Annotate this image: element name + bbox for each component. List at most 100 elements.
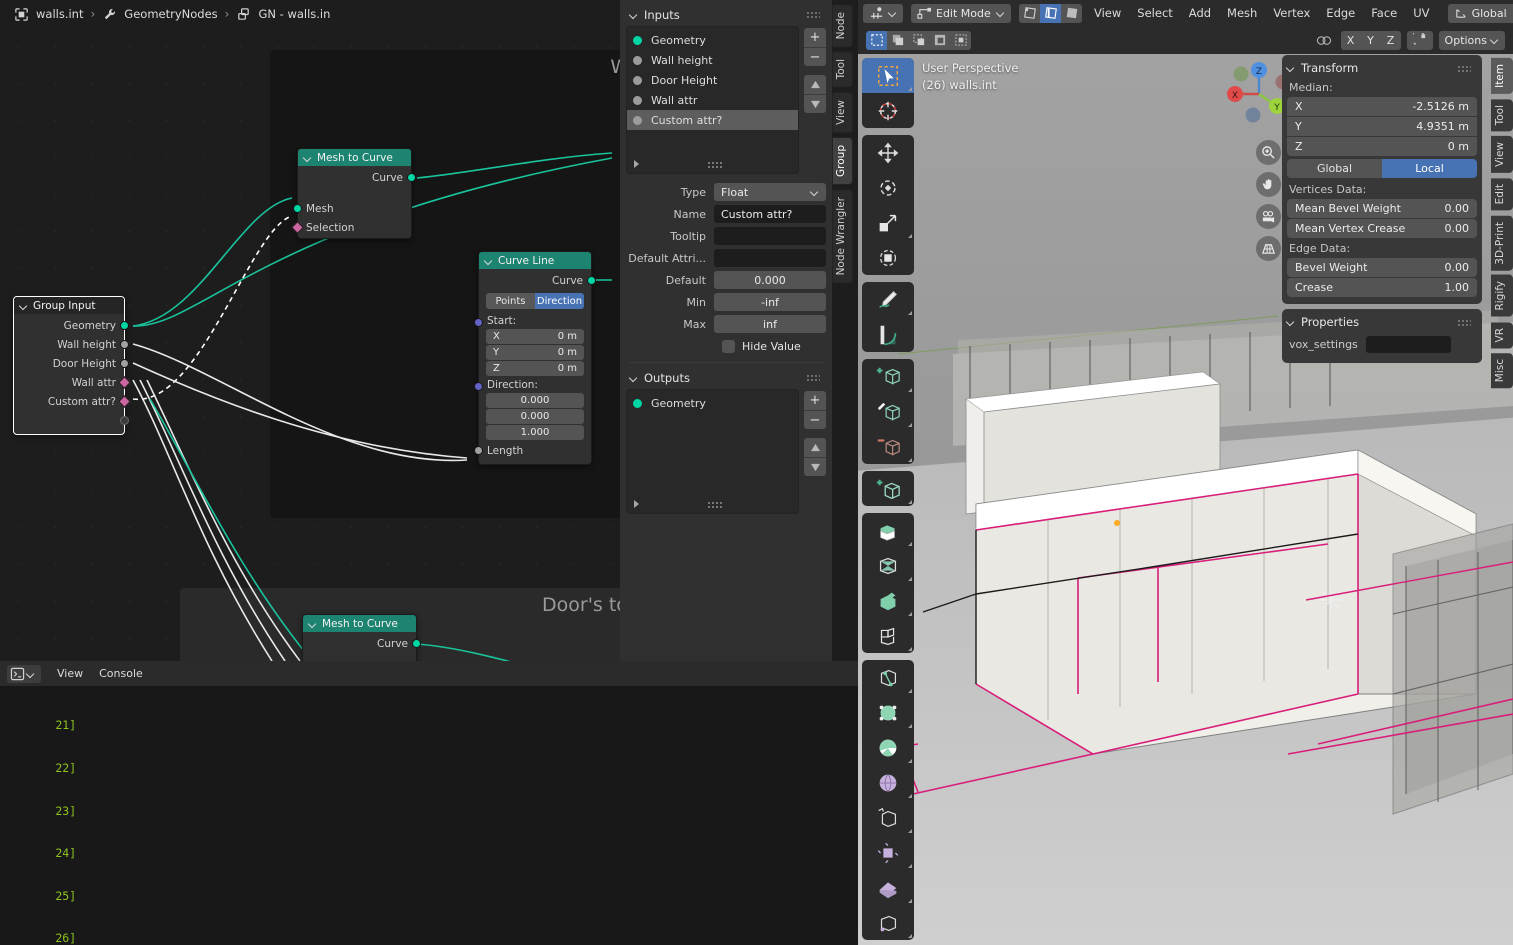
tool-expand-corner[interactable]: [908, 794, 912, 798]
tab-points[interactable]: Points: [486, 293, 535, 309]
socket-dot-wall-height[interactable]: [120, 340, 129, 349]
tab-group[interactable]: Group: [832, 136, 853, 185]
tab-3d-print[interactable]: 3D-Print: [1491, 215, 1513, 271]
tool-expand-corner[interactable]: [908, 423, 912, 427]
menu-console[interactable]: Console: [99, 667, 143, 680]
panel-grip-icon[interactable]: [806, 374, 820, 382]
extrude-region-tool[interactable]: [862, 394, 914, 429]
push-pull-tool[interactable]: [862, 870, 914, 905]
tab-edit[interactable]: Edit: [1491, 178, 1513, 211]
expand-triangle-icon[interactable]: [634, 160, 639, 168]
tool-expand-corner[interactable]: [908, 899, 912, 903]
editor-type-selector[interactable]: [7, 664, 41, 683]
tab-tool[interactable]: Tool: [832, 51, 853, 88]
tool-expand-corner[interactable]: [908, 542, 912, 546]
breadcrumb-item-2[interactable]: GN - walls.in: [258, 7, 330, 21]
outputs-list[interactable]: Geometry: [626, 389, 799, 514]
socket-dot-wall-attr[interactable]: [118, 376, 131, 389]
add-output-button[interactable]: +: [804, 391, 826, 410]
scale-tool[interactable]: [862, 205, 914, 240]
axis-lock-y[interactable]: Y: [1360, 30, 1381, 50]
tool-expand-corner[interactable]: [908, 612, 912, 616]
socket-custom-attr[interactable]: Custom attr?: [14, 392, 131, 411]
bevel-tool[interactable]: [862, 513, 914, 548]
socket-wall-attr[interactable]: Wall attr: [14, 373, 131, 392]
ortho-persp-grid-icon[interactable]: [1256, 236, 1281, 261]
vertex-select-icon[interactable]: [1019, 3, 1040, 23]
measure-tool[interactable]: [862, 317, 914, 352]
breadcrumb-item-0[interactable]: walls.int: [36, 7, 83, 21]
list-item[interactable]: Geometry: [627, 393, 798, 413]
tool-expand-corner[interactable]: [908, 934, 912, 938]
median-z-field[interactable]: Z 0 m: [1287, 137, 1477, 156]
properties-panel-header[interactable]: Properties: [1287, 312, 1477, 332]
loop-cut-tool[interactable]: [862, 548, 914, 583]
annotate-tool[interactable]: [862, 282, 914, 317]
expand-triangle-icon[interactable]: [634, 500, 639, 508]
socket-curve-out[interactable]: Curve: [479, 271, 596, 290]
select-box-icon[interactable]: [866, 30, 887, 50]
max-input[interactable]: inf: [714, 315, 826, 333]
socket-empty[interactable]: [14, 411, 129, 430]
chevron-down-icon[interactable]: [630, 374, 638, 382]
socket-dot-new[interactable]: [120, 416, 129, 425]
menu-edge[interactable]: Edge: [1322, 6, 1359, 20]
type-dropdown[interactable]: Float: [714, 183, 826, 201]
name-input[interactable]: Custom attr?: [714, 205, 826, 223]
axis-lock-z[interactable]: Z: [1380, 30, 1401, 50]
custom-property-value[interactable]: [1365, 336, 1451, 353]
chevron-down-icon[interactable]: [309, 620, 317, 628]
snap-icon[interactable]: [1406, 30, 1433, 50]
socket-geometry[interactable]: Geometry: [14, 316, 129, 335]
chevron-down-icon[interactable]: [997, 9, 1005, 17]
socket-door-height[interactable]: Door Height: [14, 354, 129, 373]
list-item[interactable]: Wall height: [627, 50, 798, 70]
tool-expand-corner[interactable]: [908, 311, 912, 315]
tab-item[interactable]: Item: [1491, 58, 1513, 94]
start-x-field[interactable]: X 0 m: [486, 329, 584, 344]
node-header[interactable]: Mesh to Curve: [303, 615, 416, 632]
socket-dot-length[interactable]: [474, 446, 483, 455]
cursor-tool[interactable]: [862, 93, 914, 128]
direction-y-field[interactable]: 0.000: [486, 409, 584, 424]
menu-mesh[interactable]: Mesh: [1223, 6, 1261, 20]
mean-vertex-crease-field[interactable]: Mean Vertex Crease 0.00: [1287, 219, 1477, 238]
socket-selection-in[interactable]: Selection: [291, 218, 411, 237]
hide-value-checkbox[interactable]: [722, 339, 735, 353]
socket-dot-curve[interactable]: [412, 639, 421, 648]
socket-dot-door-height[interactable]: [120, 359, 129, 368]
menu-view[interactable]: View: [57, 667, 83, 680]
list-item[interactable]: Door Height: [627, 70, 798, 90]
chevron-down-icon[interactable]: [889, 9, 897, 17]
zoom-icon[interactable]: [1256, 140, 1281, 165]
rip-region-tool[interactable]: [862, 835, 914, 870]
chevron-down-icon[interactable]: [630, 11, 638, 19]
editor-type-button[interactable]: [863, 3, 903, 23]
chevron-down-icon[interactable]: [1287, 318, 1295, 326]
space-local-button[interactable]: Local: [1382, 159, 1477, 178]
start-z-field[interactable]: Z 0 m: [486, 361, 584, 376]
median-y-field[interactable]: Y 4.9351 m: [1287, 117, 1477, 136]
tab-view[interactable]: View: [1491, 136, 1513, 174]
default-attr-input[interactable]: [714, 249, 826, 267]
default-input[interactable]: 0.000: [714, 271, 826, 289]
move-down-button[interactable]: [804, 94, 826, 113]
node-group-input[interactable]: Group Input Geometry Wall height Door He…: [13, 296, 131, 435]
tool-expand-corner[interactable]: [908, 647, 912, 651]
resize-grip-icon[interactable]: [707, 500, 723, 508]
shear-tool[interactable]: [862, 800, 914, 835]
chevron-down-icon[interactable]: [485, 257, 493, 265]
chevron-down-icon[interactable]: [1287, 64, 1295, 72]
chevron-down-icon[interactable]: [27, 670, 35, 678]
select-subtract-icon[interactable]: [908, 30, 929, 50]
socket-dot-custom-attr[interactable]: [118, 395, 131, 408]
tab-node[interactable]: Node: [832, 4, 853, 48]
edge-select-icon[interactable]: [1040, 3, 1061, 23]
node-header[interactable]: Mesh to Curve: [298, 149, 411, 166]
tool-expand-corner[interactable]: [908, 577, 912, 581]
node-mesh-to-curve-2[interactable]: Mesh to Curve Curve: [302, 614, 421, 661]
direction-x-field[interactable]: 0.000: [486, 393, 584, 408]
direction-z-field[interactable]: 1.000: [486, 425, 584, 440]
axis-lock-x[interactable]: X: [1340, 30, 1361, 50]
transform-panel-header[interactable]: Transform: [1287, 58, 1477, 78]
